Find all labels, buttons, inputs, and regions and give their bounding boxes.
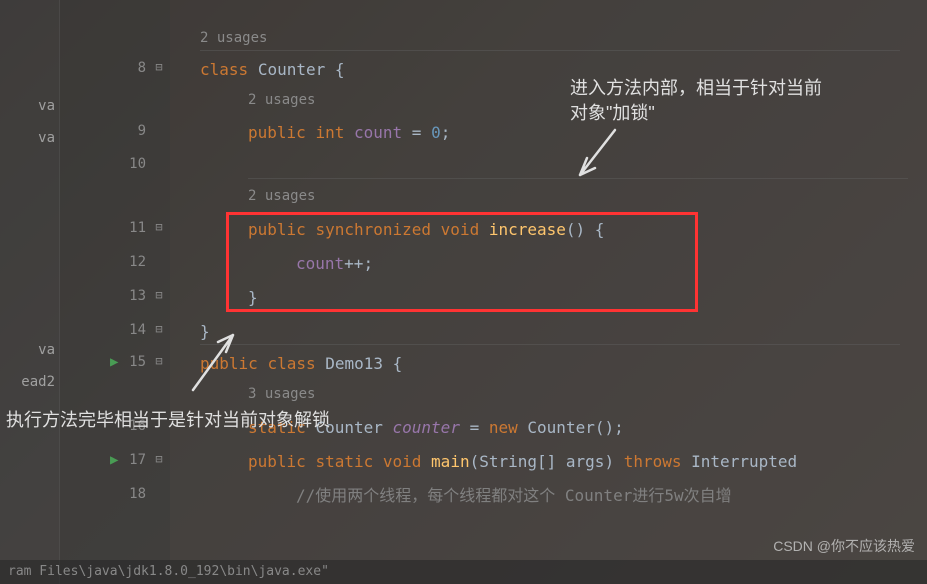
usage-hint: 2 usages [248,92,315,109]
code-line-16: static Counter counter = new Counter(); [248,418,624,437]
code-line-18: //使用两个线程，每个线程都对这个 Counter进行5w次自增 [296,486,732,505]
fold-icon[interactable]: ⊟ [152,60,166,74]
code-line-14: } [200,322,210,341]
line-number: 13 [116,288,146,304]
fold-icon[interactable]: ⊟ [152,220,166,234]
sidebar-item[interactable]: va [0,334,59,366]
usage-hint: 2 usages [200,30,267,47]
project-sidebar: va va va ead2 [0,0,60,584]
code-line-13: } [248,288,258,307]
gutter: 8 ⊟ 9 10 11 ⊟ 12 13 ⊟ 14 ⊟ 15 ▶ ⊟ 16 17 … [60,0,170,584]
watermark: CSDN @你不应该热爱 [773,536,915,556]
code-line-12: count++; [296,254,373,273]
code-line-15: public class Demo13 { [200,354,402,373]
run-icon[interactable]: ▶ [110,452,118,468]
line-number: 10 [116,156,146,172]
fold-icon[interactable]: ⊟ [152,322,166,336]
usage-hint: 2 usages [248,188,315,205]
code-line-17: public static void main(String[] args) t… [248,452,797,471]
code-line-8: class Counter { [200,60,345,79]
fold-icon[interactable]: ⊟ [152,354,166,368]
line-number: 8 [116,60,146,76]
code-line-9: public int count = 0; [248,123,450,142]
line-number: 9 [116,123,146,139]
line-number: 14 [116,322,146,338]
usage-hint: 3 usages [248,386,315,403]
run-icon[interactable]: ▶ [110,354,118,370]
code-editor[interactable]: 2 usages class Counter { 2 usages public… [170,0,927,584]
sidebar-item[interactable]: va [0,90,59,122]
status-bar: ram Files\java\jdk1.8.0_192\bin\java.exe… [0,560,927,584]
line-number: 17 [116,452,146,468]
line-number: 15 [116,354,146,370]
fold-icon[interactable]: ⊟ [152,452,166,466]
line-number: 11 [116,220,146,236]
line-number: 16 [116,418,146,434]
fold-icon[interactable]: ⊟ [152,288,166,302]
sidebar-item[interactable]: va [0,122,59,154]
sidebar-item[interactable]: ead2 [0,366,59,398]
line-number: 12 [116,254,146,270]
code-line-11: public synchronized void increase() { [248,220,604,239]
line-number: 18 [116,486,146,502]
